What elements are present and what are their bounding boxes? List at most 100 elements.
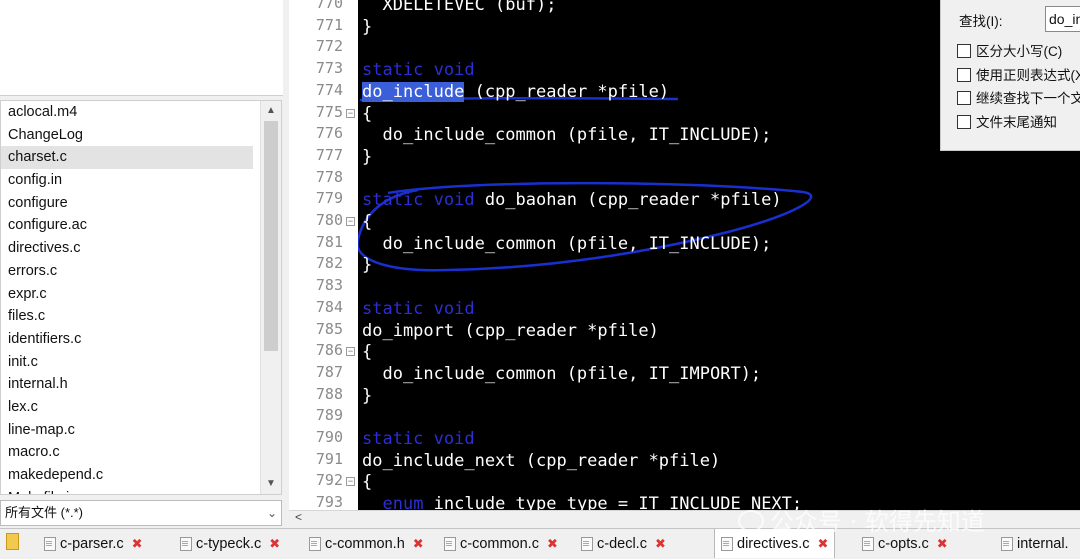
line-number: 771	[315, 15, 343, 34]
scroll-left-icon[interactable]: <	[295, 510, 302, 524]
code-line[interactable]: }	[362, 385, 372, 407]
line-number: 786	[315, 341, 343, 360]
line-number: 792	[315, 471, 343, 490]
find-option-checkbox[interactable]: 文件末尾通知	[957, 111, 1057, 131]
file-filter-select[interactable]: 所有文件 (*.*) ⌄	[0, 500, 282, 526]
file-filter-value: 所有文件 (*.*)	[5, 505, 84, 520]
file-list-item[interactable]: internal.h	[1, 373, 253, 396]
file-list-item[interactable]: config.in	[1, 169, 253, 192]
code-line[interactable]: {	[362, 211, 372, 233]
checkbox-icon[interactable]	[957, 91, 971, 105]
left-top-panel	[0, 0, 284, 96]
line-number: 785	[315, 319, 343, 338]
file-list-item[interactable]: ChangeLog	[1, 124, 253, 147]
file-list-item[interactable]: configure.ac	[1, 214, 253, 237]
file-list-item[interactable]: line-map.c	[1, 419, 253, 442]
code-line[interactable]: do_include_common (pfile, IT_INCLUDE);	[362, 124, 771, 146]
close-icon[interactable]: ✖	[655, 536, 666, 552]
code-line[interactable]: {	[362, 471, 372, 493]
chevron-down-icon[interactable]: ⌄	[267, 501, 277, 525]
close-icon[interactable]: ✖	[937, 536, 948, 552]
code-token: do_include_common (pfile, IT_IMPORT);	[362, 363, 762, 384]
code-line[interactable]: do_import (cpp_reader *pfile)	[362, 320, 659, 342]
tab-internal[interactable]: internal.	[995, 529, 1075, 558]
tab-c-common-h[interactable]: c-common.h ✖	[303, 529, 430, 558]
find-option-checkbox[interactable]: 使用正则表达式(X)	[957, 64, 1080, 84]
tab-c-typeck-c[interactable]: c-typeck.c ✖	[174, 529, 286, 558]
line-number: 777	[315, 145, 343, 164]
code-line[interactable]: XDELETEVEC (buf);	[362, 0, 556, 16]
file-list-item[interactable]: lex.c	[1, 396, 253, 419]
fold-minus-icon[interactable]: −	[346, 347, 355, 357]
find-panel: 查找(I): do_include 区分大小写(C) 使用正则表达式(X) 继续查找…	[940, 0, 1080, 151]
close-icon[interactable]: ✖	[413, 536, 424, 552]
line-number: 772	[315, 37, 343, 56]
close-icon[interactable]: ✖	[132, 536, 143, 552]
checkbox-icon[interactable]	[957, 67, 971, 82]
close-icon[interactable]: ✖	[269, 536, 280, 552]
line-number: 770	[315, 0, 343, 12]
code-token: }	[362, 146, 373, 167]
code-line[interactable]: {	[362, 103, 372, 125]
scroll-up-icon[interactable]: ▲	[261, 101, 281, 121]
checkbox-icon[interactable]	[957, 114, 971, 129]
code-token: }	[362, 255, 373, 276]
scroll-down-icon[interactable]: ▼	[261, 474, 281, 494]
code-line[interactable]: do_include (cpp_reader *pfile)	[362, 81, 669, 103]
find-option-checkbox[interactable]: 区分大小写(C)	[957, 40, 1062, 60]
close-icon[interactable]: ✖	[818, 536, 829, 552]
checkbox-icon[interactable]	[957, 44, 971, 58]
code-line[interactable]: }	[362, 16, 372, 38]
line-number: 787	[315, 362, 343, 381]
file-list-item[interactable]: files.c	[1, 305, 253, 328]
code-line[interactable]: static void	[362, 59, 475, 81]
file-list-item[interactable]: makedepend.c	[1, 464, 253, 487]
code-line[interactable]: enum include_type type = IT_INCLUDE_NEXT…	[362, 493, 802, 510]
file-list-item[interactable]: aclocal.m4	[1, 101, 253, 124]
tab-c-common-c[interactable]: c-common.c ✖	[438, 529, 564, 558]
code-line[interactable]: do_include_next (cpp_reader *pfile)	[362, 450, 720, 472]
file-list-item[interactable]: expr.c	[1, 283, 253, 306]
code-line[interactable]: }	[362, 254, 372, 276]
code-line[interactable]: do_include_common (pfile, IT_INCLUDE);	[362, 233, 771, 255]
code-line[interactable]: do_include_common (pfile, IT_IMPORT);	[362, 363, 761, 385]
line-number: 791	[315, 449, 343, 468]
tab-label: c-parser.c	[60, 535, 124, 552]
tab-label: directives.c	[737, 535, 810, 552]
line-number: 775	[315, 102, 343, 121]
code-line[interactable]: }	[362, 146, 372, 168]
file-list-item[interactable]: identifiers.c	[1, 328, 253, 351]
fold-minus-icon[interactable]: −	[346, 477, 355, 487]
fold-minus-icon[interactable]: −	[346, 108, 355, 118]
tab-c-parser-c[interactable]: c-parser.c ✖	[38, 529, 149, 558]
code-line[interactable]: static void	[362, 428, 475, 450]
line-number: 783	[315, 276, 343, 295]
code-line[interactable]: static void	[362, 298, 475, 320]
code-token: {	[362, 103, 373, 124]
file-list-item[interactable]: directives.c	[1, 237, 253, 260]
file-list-item[interactable]: macro.c	[1, 441, 253, 464]
tab-c-decl-c[interactable]: c-decl.c ✖	[575, 529, 672, 558]
code-line[interactable]: {	[362, 341, 372, 363]
code-line[interactable]: static void do_baohan (cpp_reader *pfile…	[362, 189, 782, 211]
line-number: 776	[315, 124, 343, 143]
file-list-item[interactable]: Makefile.in	[1, 487, 253, 494]
code-token: XDELETEVEC (buf);	[362, 0, 557, 15]
close-icon[interactable]: ✖	[547, 536, 558, 552]
line-number: 790	[315, 428, 343, 446]
file-list-item[interactable]: charset.c	[1, 146, 253, 170]
tab-label: c-opts.c	[878, 535, 929, 552]
file-list-item[interactable]: errors.c	[1, 260, 253, 283]
file-list-scrollbar[interactable]: ▲ ▼	[260, 101, 281, 494]
code-token: }	[362, 16, 373, 37]
file-icon	[581, 536, 593, 551]
find-option-checkbox[interactable]: 继续查找下一个文件	[957, 87, 1080, 107]
file-list-item[interactable]: configure	[1, 192, 253, 215]
scroll-thumb[interactable]	[264, 121, 278, 351]
code-token: do_import (cpp_reader *pfile)	[362, 320, 659, 341]
keyword-token: static void	[362, 190, 475, 211]
find-input[interactable]: do_include	[1045, 6, 1080, 32]
fold-minus-icon[interactable]: −	[346, 217, 355, 226]
file-list-item[interactable]: init.c	[1, 351, 253, 374]
file-list[interactable]: aclocal.m4 ChangeLog charset.c config.in con…	[0, 100, 282, 495]
